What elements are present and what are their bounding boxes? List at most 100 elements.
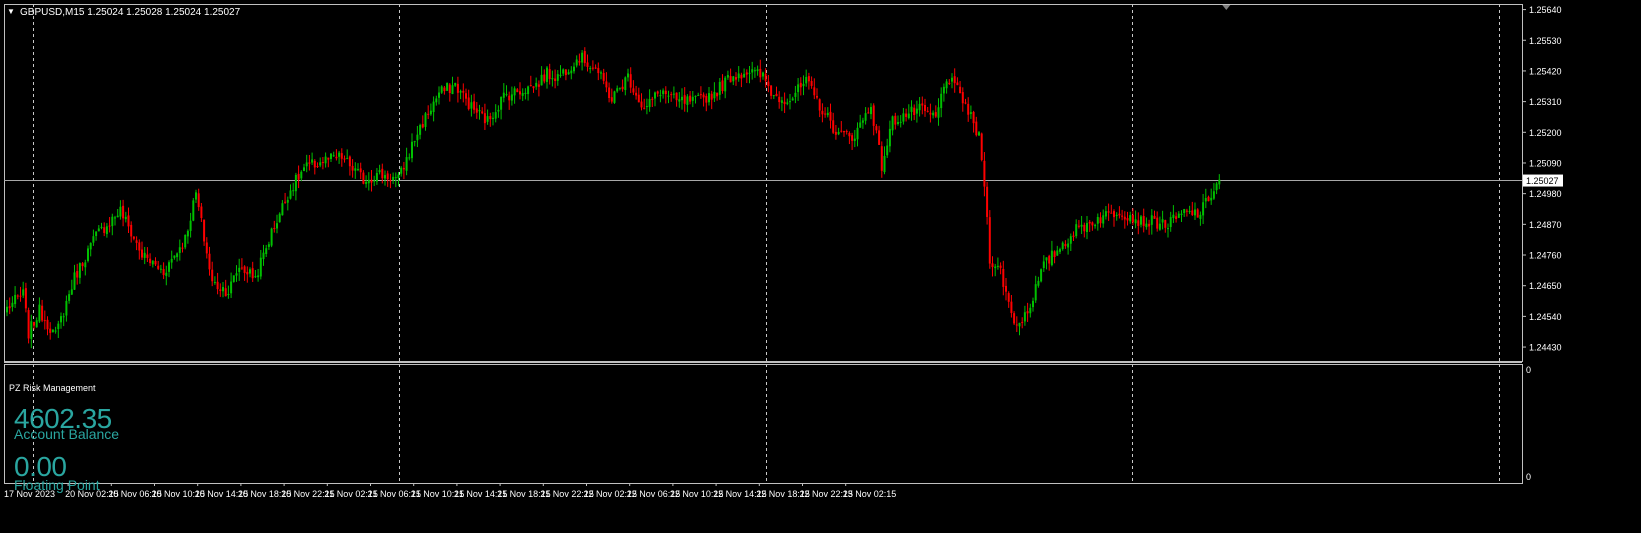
bear-candle bbox=[1126, 218, 1129, 221]
bull-candle bbox=[68, 294, 71, 301]
bear-candle bbox=[824, 113, 827, 115]
bull-candle bbox=[1150, 215, 1153, 225]
bear-candle bbox=[1196, 209, 1199, 218]
triangle-down-icon[interactable]: ▼ bbox=[7, 7, 15, 16]
bull-candle bbox=[751, 69, 754, 73]
bear-candle bbox=[651, 98, 654, 100]
bull-candle bbox=[227, 293, 230, 295]
bull-candle bbox=[918, 103, 921, 111]
bull-candle bbox=[616, 88, 619, 92]
bear-candle bbox=[340, 153, 343, 159]
bull-candle bbox=[257, 275, 260, 278]
indicator-scale-label: 0 bbox=[1526, 365, 1531, 375]
bear-candle bbox=[991, 263, 994, 268]
bear-candle bbox=[699, 94, 702, 96]
bull-candle bbox=[1056, 250, 1059, 256]
bear-candle bbox=[834, 131, 837, 135]
bear-candle bbox=[689, 95, 692, 102]
bear-candle bbox=[8, 306, 11, 309]
bear-candle bbox=[818, 99, 821, 111]
bull-candle bbox=[589, 68, 592, 70]
bear-candle bbox=[961, 92, 964, 104]
bull-candle bbox=[435, 98, 438, 103]
bear-candle bbox=[240, 267, 243, 269]
bear-candle bbox=[297, 173, 300, 180]
bull-candle bbox=[718, 81, 721, 95]
bear-candle bbox=[483, 113, 486, 124]
bear-candle bbox=[764, 73, 767, 81]
bear-candle bbox=[343, 158, 346, 160]
bull-candle bbox=[524, 92, 527, 95]
bear-candle bbox=[308, 162, 311, 164]
bull-candle bbox=[600, 72, 602, 74]
bull-candle bbox=[6, 306, 8, 313]
bear-candle bbox=[602, 72, 605, 81]
bull-candle bbox=[1042, 261, 1045, 268]
bull-candle bbox=[270, 228, 273, 246]
bear-candle bbox=[27, 310, 30, 339]
bull-candle bbox=[119, 206, 122, 217]
bear-candle bbox=[33, 321, 35, 326]
bear-candle bbox=[959, 86, 962, 94]
bear-candle bbox=[1072, 235, 1075, 237]
bull-candle bbox=[486, 116, 489, 122]
bull-candle bbox=[756, 69, 759, 72]
bull-candle bbox=[694, 95, 697, 97]
bull-candle bbox=[697, 94, 700, 96]
bear-candle bbox=[381, 168, 384, 179]
bear-candle bbox=[759, 68, 762, 78]
bull-candle bbox=[562, 69, 565, 74]
bear-candle bbox=[335, 156, 338, 159]
bear-candle bbox=[1091, 222, 1094, 226]
chart-window[interactable]: 1.25640 1.25530 1.25420 1.25310 1.25200 1.250… bbox=[0, 0, 1641, 528]
bull-candle bbox=[222, 287, 224, 292]
bull-candle bbox=[772, 95, 775, 97]
bear-candle bbox=[427, 113, 430, 115]
bull-candle bbox=[168, 262, 170, 272]
bull-candle bbox=[899, 121, 902, 123]
bull-candle bbox=[1045, 257, 1048, 261]
bull-candle bbox=[394, 177, 397, 179]
bull-candle bbox=[411, 141, 413, 159]
bear-candle bbox=[162, 269, 165, 276]
bear-candle bbox=[921, 103, 924, 106]
bull-candle bbox=[1080, 224, 1083, 227]
bull-candle bbox=[802, 83, 805, 87]
bull-candle bbox=[672, 93, 675, 95]
bull-candle bbox=[300, 171, 303, 179]
bull-candle bbox=[392, 176, 395, 181]
bull-candle bbox=[84, 262, 87, 268]
bull-candle bbox=[87, 248, 89, 261]
bear-candle bbox=[605, 81, 608, 88]
bull-candle bbox=[737, 73, 740, 79]
bear-candle bbox=[832, 120, 835, 133]
chart-shift-marker[interactable] bbox=[1222, 5, 1231, 10]
bull-candle bbox=[294, 174, 297, 192]
bear-candle bbox=[443, 87, 446, 92]
bull-candle bbox=[1086, 223, 1088, 232]
bear-candle bbox=[1026, 311, 1029, 314]
bear-candle bbox=[980, 133, 983, 160]
bear-candle bbox=[735, 77, 737, 80]
bear-candle bbox=[1048, 255, 1051, 264]
bull-candle bbox=[235, 273, 238, 276]
bear-candle bbox=[516, 89, 519, 93]
account-balance-label: Account Balance bbox=[14, 426, 120, 442]
bull-candle bbox=[510, 94, 513, 101]
bear-candle bbox=[246, 271, 249, 275]
bull-candle bbox=[902, 113, 905, 122]
bull-candle bbox=[794, 92, 797, 97]
bull-candle bbox=[1169, 217, 1172, 228]
bear-candle bbox=[1088, 221, 1091, 224]
bull-candle bbox=[429, 110, 432, 115]
bull-candle bbox=[859, 122, 862, 128]
bear-candle bbox=[1121, 215, 1124, 217]
bear-candle bbox=[983, 160, 986, 187]
bear-candle bbox=[1005, 285, 1007, 292]
bear-candle bbox=[1110, 212, 1113, 214]
bull-candle bbox=[97, 228, 100, 232]
bear-candle bbox=[972, 111, 975, 124]
bear-candle bbox=[845, 131, 848, 133]
price-chart[interactable]: 1.25640 1.25530 1.25420 1.25310 1.25200 1.250… bbox=[0, 0, 1641, 528]
bull-candle bbox=[416, 134, 419, 141]
